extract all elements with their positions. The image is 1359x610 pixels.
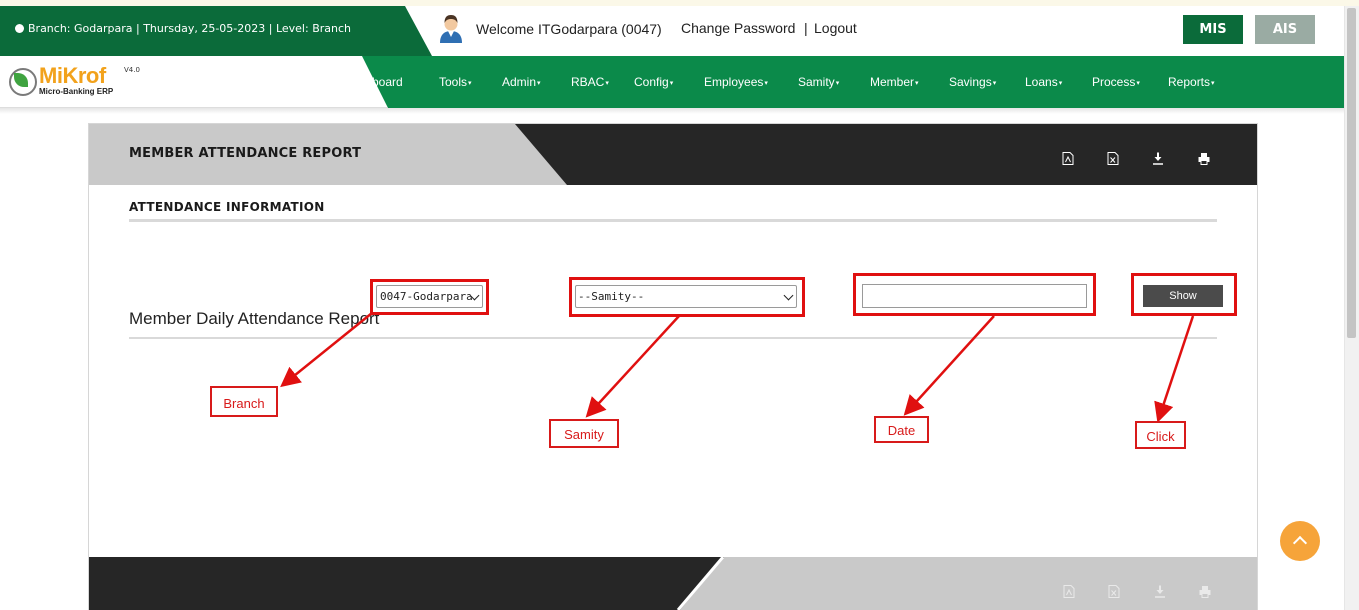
welcome-text: Welcome ITGodarpara (0047) — [476, 21, 662, 37]
header-separator: | — [804, 20, 808, 36]
caret-down-icon: ▾ — [537, 80, 541, 87]
navbar-shadow — [0, 108, 1344, 114]
caret-down-icon: ▾ — [669, 80, 674, 87]
logo-name[interactable]: MiKrof — [39, 63, 106, 89]
caret-down-icon: ▾ — [1058, 80, 1063, 87]
scroll-to-top-button[interactable] — [1280, 521, 1320, 561]
caret-down-icon: ▾ — [764, 80, 768, 87]
caret-down-icon: ▾ — [1136, 80, 1140, 87]
change-password-link[interactable]: Change Password — [681, 20, 795, 36]
pdf-icon[interactable] — [1062, 152, 1074, 165]
print-icon[interactable] — [1199, 585, 1211, 598]
nav-employees[interactable]: Employees▾ — [704, 75, 768, 89]
user-avatar-icon — [440, 15, 462, 43]
samity-callout: Samity — [549, 419, 619, 448]
date-callout: Date — [874, 416, 929, 443]
section-divider — [129, 219, 1217, 222]
nav-samity[interactable]: Samity▾ — [798, 75, 839, 89]
nav-label: Loans — [1025, 75, 1058, 89]
branch-info: Branch: Godarpara | Thursday, 25-05-2023… — [15, 22, 351, 35]
top-strip — [0, 0, 1359, 6]
show-highlight — [1131, 273, 1237, 316]
report-title: Member Daily Attendance Report — [129, 309, 380, 328]
nav-reports[interactable]: Reports▾ — [1168, 75, 1215, 89]
scrollbar-thumb[interactable] — [1347, 8, 1356, 338]
download-icon[interactable] — [1152, 152, 1164, 165]
branch-highlight — [370, 279, 489, 315]
caret-down-icon: ▾ — [915, 80, 919, 87]
nav-label: Member — [870, 75, 915, 89]
report-panel — [88, 123, 1258, 610]
nav-label: Process — [1092, 75, 1136, 89]
nav-admin[interactable]: Admin▾ — [502, 75, 541, 89]
globe-icon — [15, 24, 24, 33]
ais-button[interactable]: AIS — [1255, 15, 1315, 44]
samity-highlight — [569, 277, 805, 317]
nav-label: board — [372, 75, 403, 89]
click-callout: Click — [1135, 421, 1186, 449]
caret-down-icon: ▾ — [1211, 80, 1215, 87]
logo-tagline: Micro-Banking ERP — [39, 87, 114, 96]
nav-tools[interactable]: Tools▾ — [439, 75, 472, 89]
nav-process[interactable]: Process▾ — [1092, 75, 1140, 89]
panel-header-dark — [515, 124, 1257, 185]
nav-label: Tools — [439, 75, 468, 89]
nav-label: Savings — [949, 75, 992, 89]
nav-savings[interactable]: Savings▾ — [949, 75, 996, 89]
nav-rbac[interactable]: RBAC▾ — [571, 75, 609, 89]
nav-label: Config — [634, 75, 669, 89]
caret-down-icon: ▾ — [992, 80, 997, 87]
nav-label: Admin — [502, 75, 537, 89]
nav-label: Employees — [704, 75, 764, 89]
download-icon[interactable] — [1154, 585, 1166, 598]
caret-down-icon: ▾ — [835, 80, 840, 87]
nav-label: Samity — [798, 75, 835, 89]
panel-footer — [680, 557, 1257, 610]
nav-label: RBAC — [571, 75, 605, 89]
caret-down-icon: ▾ — [605, 80, 609, 87]
logo-version: V4.0 — [124, 66, 140, 74]
logout-link[interactable]: Logout — [814, 20, 857, 36]
nav-loans[interactable]: Loans▾ — [1025, 75, 1062, 89]
date-highlight — [853, 273, 1096, 316]
page-title: MEMBER ATTENDANCE REPORT — [129, 146, 362, 161]
pdf-icon[interactable] — [1063, 585, 1075, 598]
caret-down-icon: ▾ — [468, 80, 472, 87]
nav-dashboard[interactable]: board — [372, 75, 403, 89]
branch-callout: Branch — [210, 386, 278, 417]
branch-info-text: Branch: Godarpara | Thursday, 25-05-2023… — [28, 22, 351, 35]
nav-member[interactable]: Member▾ — [870, 75, 919, 89]
mis-button[interactable]: MIS — [1183, 15, 1243, 44]
excel-icon[interactable] — [1107, 152, 1119, 165]
excel-icon[interactable] — [1108, 585, 1120, 598]
nav-config[interactable]: Config▾ — [634, 75, 673, 89]
report-divider — [129, 337, 1217, 339]
nav-label: Reports — [1168, 75, 1211, 89]
print-icon[interactable] — [1198, 152, 1210, 165]
section-title: ATTENDANCE INFORMATION — [129, 200, 325, 214]
